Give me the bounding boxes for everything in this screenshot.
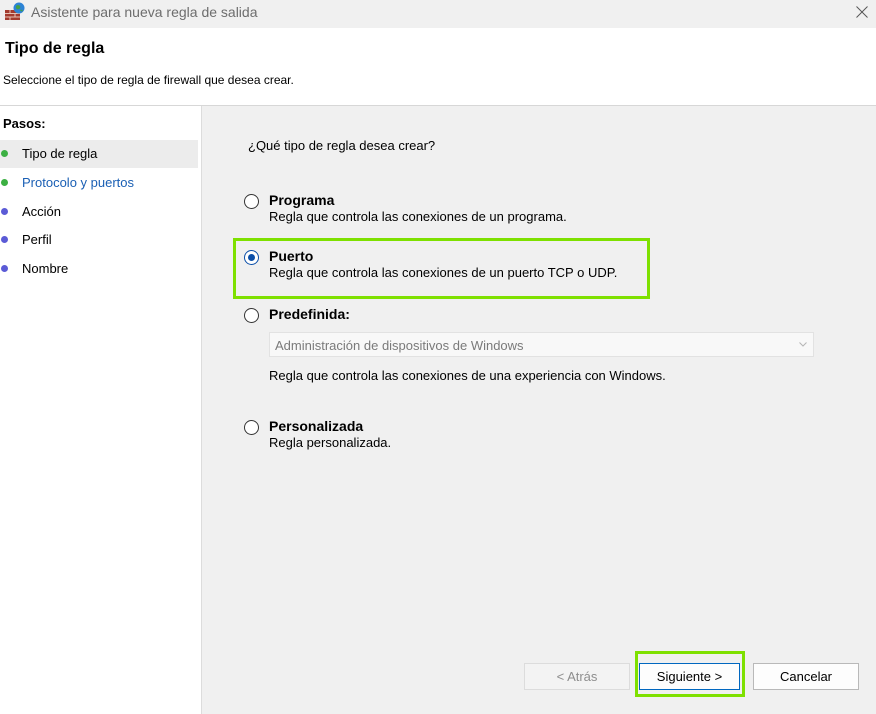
close-icon: [856, 6, 868, 18]
radio-personalizada[interactable]: [244, 420, 259, 435]
option-description: Regla personalizada.: [269, 435, 392, 450]
steps-title: Pasos:: [3, 116, 46, 131]
close-button[interactable]: [846, 0, 876, 28]
step-status-dot-icon: [1, 208, 8, 215]
content-pane: ¿Qué tipo de regla desea crear? Programa…: [203, 106, 876, 714]
chevron-down-icon: [799, 342, 807, 347]
radio-puerto[interactable]: [244, 250, 259, 265]
question-label: ¿Qué tipo de regla desea crear?: [248, 138, 436, 153]
step-tipo-de-regla: Tipo de regla: [0, 140, 198, 168]
wizard-header: Tipo de regla Seleccione el tipo de regl…: [0, 28, 876, 106]
step-label: Tipo de regla: [22, 146, 98, 161]
step-status-dot-icon: [1, 150, 8, 157]
option-label[interactable]: Predefinida:: [269, 306, 350, 322]
step-label: Perfil: [22, 232, 52, 247]
option-label[interactable]: Personalizada: [269, 418, 363, 434]
cancel-button[interactable]: Cancelar: [753, 663, 859, 690]
page-subtitle: Seleccione el tipo de regla de firewall …: [3, 73, 294, 87]
step-perfil: Perfil: [0, 226, 198, 254]
next-button[interactable]: Siguiente >: [639, 663, 740, 690]
steps-pane: Pasos: Tipo de regla Protocolo y puertos…: [0, 106, 202, 714]
title-bar: Asistente para nueva regla de salida: [0, 0, 876, 28]
step-label[interactable]: Protocolo y puertos: [22, 175, 134, 190]
step-status-dot-icon: [1, 236, 8, 243]
option-label[interactable]: Puerto: [269, 248, 313, 264]
back-button[interactable]: < Atrás: [524, 663, 630, 690]
window-title: Asistente para nueva regla de salida: [31, 4, 258, 20]
step-accion: Acción: [0, 198, 198, 226]
firewall-brick-globe-icon: [4, 2, 26, 22]
predefined-description: Regla que controla las conexiones de una…: [269, 368, 666, 383]
step-status-dot-icon: [1, 179, 8, 186]
step-status-dot-icon: [1, 265, 8, 272]
page-title: Tipo de regla: [5, 40, 105, 57]
predefined-rule-select: Administración de dispositivos de Window…: [269, 332, 814, 357]
option-label[interactable]: Programa: [269, 192, 334, 208]
step-nombre: Nombre: [0, 255, 198, 283]
radio-programa[interactable]: [244, 194, 259, 209]
option-description: Regla que controla las conexiones de un …: [269, 209, 567, 224]
step-protocolo-y-puertos[interactable]: Protocolo y puertos: [0, 169, 198, 197]
select-value: Administración de dispositivos de Window…: [275, 338, 524, 353]
step-label: Nombre: [22, 261, 69, 276]
option-description: Regla que controla las conexiones de un …: [269, 265, 618, 280]
radio-predefinida[interactable]: [244, 308, 259, 323]
step-label: Acción: [22, 204, 62, 219]
